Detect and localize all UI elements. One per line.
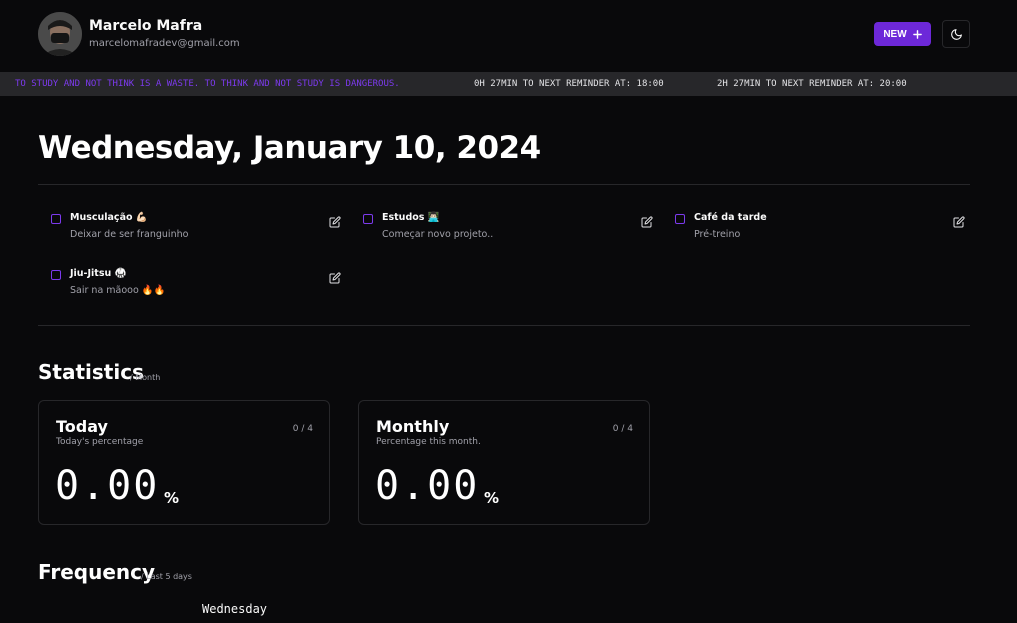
avatar[interactable]: [38, 12, 82, 56]
habit-name: Jiu-Jitsu 🥋: [70, 268, 127, 279]
habit-description: Pré-treino: [694, 229, 741, 240]
app-header: Marcelo Mafra marcelomafradev@gmail.com …: [0, 0, 1017, 72]
ticker-quote: TO STUDY AND NOT THINK IS A WASTE. TO TH…: [15, 79, 400, 89]
statistics-subtitle: / Month: [130, 373, 161, 382]
habit-item: Café da tarde Pré-treino: [675, 212, 965, 252]
habit-checkbox[interactable]: [675, 214, 685, 224]
edit-icon[interactable]: [953, 216, 965, 228]
user-name: Marcelo Mafra: [89, 18, 203, 34]
user-email: marcelomafradev@gmail.com: [89, 38, 240, 49]
page-title: Wednesday, January 10, 2024: [38, 130, 541, 166]
statistics-title: Statistics: [38, 360, 144, 384]
edit-icon[interactable]: [329, 216, 341, 228]
habit-name: Estudos 👨🏻‍💻: [382, 212, 440, 223]
theme-toggle-button[interactable]: [942, 20, 970, 48]
habit-item: Musculação 💪🏻 Deixar de ser franguinho: [51, 212, 341, 252]
plus-icon: [912, 29, 922, 39]
divider: [38, 184, 970, 185]
ticker-reminder: 0H 27MIN TO NEXT REMINDER AT: 18:00: [474, 79, 664, 89]
habit-description: Deixar de ser franguinho: [70, 229, 189, 240]
habit-item: Estudos 👨🏻‍💻 Começar novo projeto..: [363, 212, 653, 252]
frequency-title: Frequency: [38, 560, 156, 584]
habit-item: Jiu-Jitsu 🥋 Sair na mãooo 🔥🔥: [51, 268, 341, 308]
frequency-subtitle: / Last 5 days: [141, 572, 192, 581]
card-value: 0.00: [55, 463, 160, 509]
card-subtitle: Percentage this month.: [376, 437, 481, 447]
habit-checkbox[interactable]: [51, 214, 61, 224]
edit-icon[interactable]: [329, 272, 341, 284]
ticker-reminder: 2H 27MIN TO NEXT REMINDER AT: 20:00: [717, 79, 907, 89]
habit-checkbox[interactable]: [363, 214, 373, 224]
habit-name: Musculação 💪🏻: [70, 212, 148, 223]
divider: [38, 325, 970, 326]
card-unit: %: [164, 489, 180, 507]
new-button-label: NEW: [883, 28, 907, 40]
card-title: Monthly: [376, 417, 450, 436]
new-habit-button[interactable]: NEW: [874, 22, 931, 46]
card-count: 0 / 4: [292, 424, 313, 434]
edit-icon[interactable]: [641, 216, 653, 228]
reminder-ticker: TO STUDY AND NOT THINK IS A WASTE. TO TH…: [0, 72, 1017, 96]
habit-description: Sair na mãooo 🔥🔥: [70, 285, 166, 296]
card-subtitle: Today's percentage: [56, 437, 144, 447]
frequency-day-label: Wednesday: [202, 602, 268, 616]
habit-name: Café da tarde: [694, 212, 767, 223]
avatar-photo-icon: [38, 12, 82, 56]
moon-icon: [950, 28, 962, 40]
stat-card-today: Today Today's percentage 0 / 4 0.00 %: [38, 400, 330, 525]
stat-card-monthly: Monthly Percentage this month. 0 / 4 0.0…: [358, 400, 650, 525]
card-value: 0.00: [375, 463, 480, 509]
habit-checkbox[interactable]: [51, 270, 61, 280]
card-unit: %: [484, 489, 500, 507]
habit-description: Começar novo projeto..: [382, 229, 494, 240]
card-title: Today: [56, 417, 108, 436]
card-count: 0 / 4: [612, 424, 633, 434]
